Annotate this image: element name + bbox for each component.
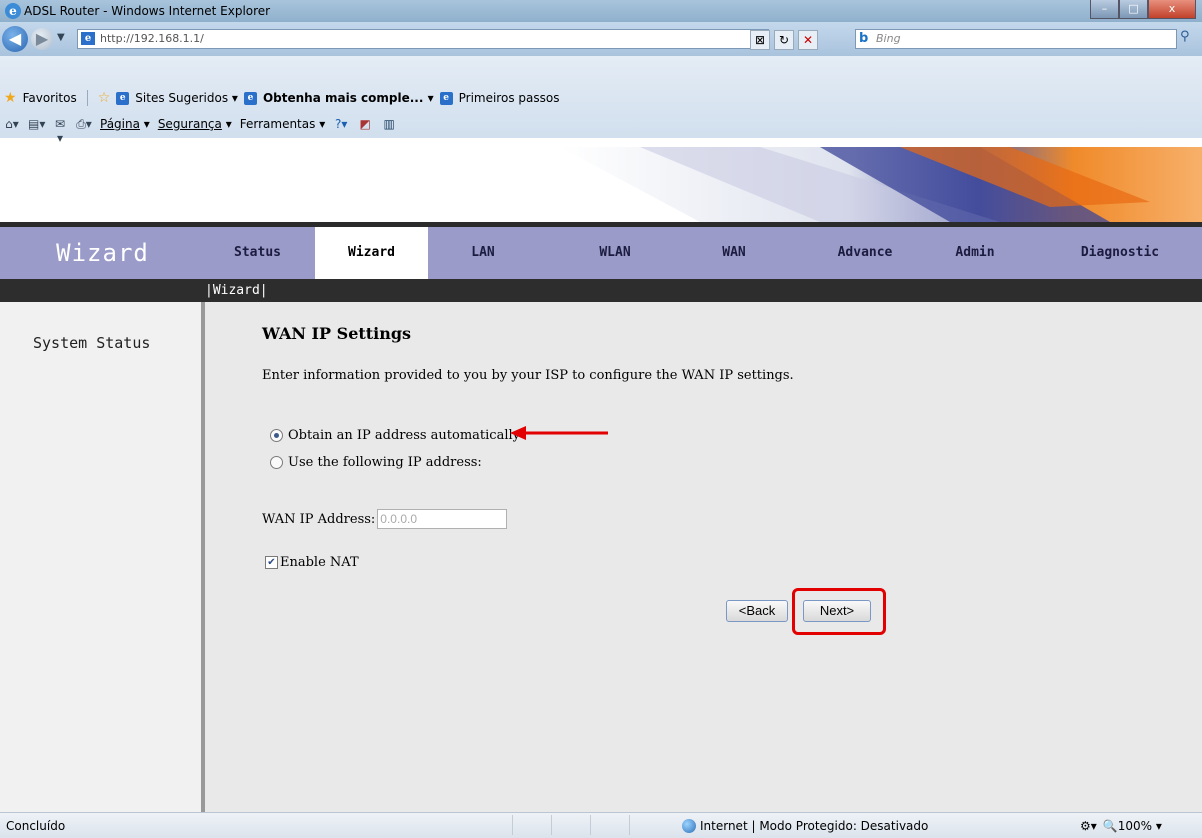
security-zone[interactable]: Internet | Modo Protegido: Desativado	[682, 819, 928, 833]
enable-nat-label: Enable NAT	[280, 555, 359, 570]
tab-wan[interactable]: WAN	[684, 227, 784, 279]
banner-graphic	[560, 147, 1202, 222]
page-description: Enter information provided to you by you…	[262, 368, 794, 383]
address-actions: ⊠ ↻ ✕	[750, 30, 818, 50]
help-icon[interactable]: ?▾	[333, 117, 349, 131]
address-text[interactable]: http://192.168.1.1/	[100, 32, 204, 45]
tab-wlan[interactable]: WLAN	[560, 227, 670, 279]
ie-page-icon: e	[116, 91, 130, 105]
radio-obtain-auto-label: Obtain an IP address automatically	[288, 428, 520, 443]
print-icon[interactable]: ⎙▾	[76, 117, 92, 131]
address-field[interactable]: e http://192.168.1.1/	[77, 29, 769, 49]
favorites-star-icon[interactable]: ★	[4, 90, 17, 106]
enable-nat-checkbox[interactable]: ✔	[265, 556, 278, 569]
stop-icon[interactable]: ✕	[798, 30, 818, 50]
forward-arrow-icon[interactable]: ▶	[31, 28, 53, 50]
tab-status[interactable]: Status	[205, 227, 310, 279]
zone-text: Internet | Modo Protegido: Desativado	[700, 819, 929, 833]
maximize-button[interactable]: □	[1119, 0, 1148, 19]
page-icon: e	[81, 32, 95, 45]
window-controls: – □ x	[1090, 0, 1196, 20]
search-placeholder: Bing	[876, 32, 901, 45]
address-toolbar: ◀ ▶ ▼ e http://192.168.1.1/ ⊠ ↻ ✕ b Bing…	[0, 22, 1202, 56]
tab-lan[interactable]: LAN	[428, 227, 538, 279]
close-button[interactable]: x	[1148, 0, 1196, 19]
router-main-nav: Wizard Status Wizard LAN WLAN WAN Advanc…	[0, 227, 1202, 279]
back-arrow-icon[interactable]: ◀	[2, 26, 28, 52]
wan-ip-label: WAN IP Address:	[262, 511, 376, 527]
favorite-link-first-steps[interactable]: Primeiros passos	[459, 91, 560, 105]
security-menu-label: Segurança	[157, 117, 222, 131]
tab-wizard[interactable]: Wizard	[315, 227, 428, 279]
router-banner	[0, 147, 1202, 222]
blog-icon[interactable]: ▥	[381, 117, 397, 131]
separator	[86, 90, 88, 106]
option-obtain-auto[interactable]: Obtain an IP address automatically	[270, 428, 520, 443]
back-button[interactable]: <Back	[726, 600, 788, 622]
status-cells	[512, 815, 668, 835]
zoom-level[interactable]: 🔍100% ▾	[1103, 819, 1162, 833]
wan-ip-row: WAN IP Address:	[262, 509, 508, 529]
favorites-row: ★ Favoritos ☆ e Sites Sugeridos ▾ e Obte…	[4, 90, 559, 106]
zoom-settings-icon[interactable]: ⚙▾	[1080, 819, 1097, 833]
tab-diagnostic[interactable]: Diagnostic	[1050, 227, 1190, 279]
tab-advance[interactable]: Advance	[810, 227, 920, 279]
bing-logo-icon: b	[859, 31, 869, 46]
tools-menu[interactable]: Ferramentas ▾	[240, 117, 325, 131]
section-title: Wizard	[56, 239, 149, 267]
window-titlebar: e ADSL Router - Windows Internet Explore…	[0, 0, 1202, 22]
option-static-ip[interactable]: Use the following IP address:	[270, 455, 482, 470]
tools-menu-label: Ferramentas	[239, 117, 316, 131]
wan-ip-settings-panel: WAN IP Settings Enter information provid…	[205, 302, 1202, 812]
zoom-value: 100%	[1117, 819, 1153, 833]
annotation-arrow-icon	[510, 426, 608, 440]
window-title: ADSL Router - Windows Internet Explorer	[24, 4, 271, 18]
ie-logo-icon: e	[5, 3, 21, 19]
mail-icon[interactable]: ✉▾	[52, 117, 68, 145]
sidebar: System Status	[0, 302, 201, 812]
favorite-link-get-more[interactable]: Obtenha mais comple... ▾	[263, 91, 434, 105]
tab-admin[interactable]: Admin	[935, 227, 1015, 279]
favorites-button[interactable]: Favoritos	[23, 91, 77, 105]
feeds-icon[interactable]: ▤▾	[28, 117, 45, 131]
ie-page-icon: e	[439, 91, 453, 105]
radio-static-ip-label: Use the following IP address:	[288, 455, 482, 470]
status-text: Concluído	[6, 819, 66, 833]
zoom-control[interactable]: ⚙▾ 🔍100% ▾	[1080, 819, 1162, 833]
wan-ip-field[interactable]	[377, 509, 508, 529]
security-menu[interactable]: Segurança ▾	[158, 117, 232, 131]
compatibility-icon[interactable]: ⊠	[750, 30, 770, 50]
add-favorite-icon[interactable]: ☆	[98, 90, 111, 106]
history-dropdown-icon[interactable]: ▼	[57, 32, 65, 43]
radio-obtain-auto[interactable]	[270, 429, 283, 442]
search-icon[interactable]: ⚲	[1180, 29, 1190, 44]
annotation-highlight-box	[792, 588, 886, 635]
minimize-button[interactable]: –	[1090, 0, 1119, 19]
enable-nat-row[interactable]: ✔ Enable NAT	[265, 555, 359, 570]
subnav-wizard[interactable]: |Wizard|	[205, 282, 268, 299]
search-input[interactable]: b Bing	[855, 29, 1177, 49]
favorite-link-suggested[interactable]: Sites Sugeridos ▾	[135, 91, 238, 105]
favorites-toolbar: ★ Favoritos ☆ e Sites Sugeridos ▾ e Obte…	[0, 56, 1202, 145]
internet-globe-icon	[682, 819, 696, 833]
radio-static-ip[interactable]	[270, 456, 283, 469]
browser-status-bar: Concluído Internet | Modo Protegido: Des…	[0, 812, 1202, 838]
refresh-icon[interactable]: ↻	[774, 30, 794, 50]
page-menu-label: Página	[100, 117, 140, 131]
page-menu[interactable]: Página ▾	[100, 117, 150, 131]
page-title: WAN IP Settings	[262, 324, 412, 343]
home-icon[interactable]: ⌂▾	[4, 117, 20, 131]
research-icon[interactable]: ◩	[357, 117, 373, 131]
sidebar-item-system-status[interactable]: System Status	[33, 334, 150, 352]
sub-navigation: |Wizard|	[0, 279, 1202, 302]
command-bar: ⌂▾ ▤▾ ✉▾ ⎙▾ Página ▾ Segurança ▾ Ferrame…	[4, 117, 397, 145]
ie-page-icon: e	[243, 91, 257, 105]
